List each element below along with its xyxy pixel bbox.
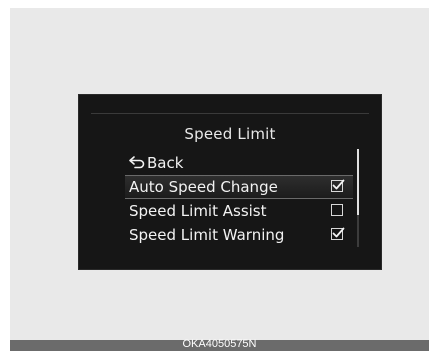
auto-speed-change-checkbox[interactable] (331, 179, 345, 192)
scrollbar[interactable] (357, 149, 359, 247)
checkmark-icon (332, 179, 345, 190)
speed-limit-assist-checkbox[interactable] (331, 204, 343, 216)
scrollbar-thumb[interactable] (357, 149, 359, 215)
menu-item-label: Auto Speed Change (129, 178, 278, 196)
menu-item-label: Speed Limit Warning (129, 226, 285, 244)
menu-item-speed-limit-assist[interactable]: Speed Limit Assist (129, 199, 349, 223)
back-label: Back (147, 154, 184, 172)
caption-bar: OKA4050575N (10, 338, 429, 351)
back-arrow-icon (129, 152, 147, 169)
back-button[interactable]: Back (129, 151, 349, 175)
top-divider (91, 113, 369, 114)
photo-frame: Speed Limit Back Auto Speed Change Speed… (10, 8, 429, 340)
speed-limit-warning-checkbox[interactable] (331, 227, 345, 240)
infotainment-screen: Speed Limit Back Auto Speed Change Speed… (78, 94, 382, 270)
menu-item-auto-speed-change[interactable]: Auto Speed Change (125, 175, 353, 199)
checkmark-icon (332, 227, 345, 238)
menu-item-speed-limit-warning[interactable]: Speed Limit Warning (129, 223, 349, 247)
figure-code: OKA4050575N (182, 338, 257, 350)
menu-title: Speed Limit (184, 125, 276, 143)
menu-item-label: Speed Limit Assist (129, 202, 267, 220)
